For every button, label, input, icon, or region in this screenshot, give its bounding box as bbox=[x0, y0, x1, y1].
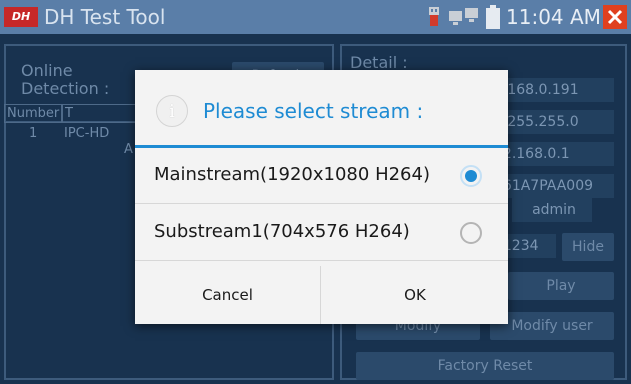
battery-icon bbox=[486, 5, 500, 33]
row-extra: A bbox=[124, 142, 133, 157]
online-label: Online bbox=[21, 61, 73, 80]
cancel-button[interactable]: Cancel bbox=[135, 266, 321, 324]
app-title: DH Test Tool bbox=[44, 5, 166, 29]
info-icon: i bbox=[156, 95, 188, 127]
detection-label: Detection : bbox=[21, 79, 110, 98]
option-mainstream[interactable]: Mainstream(1920x1080 H264) bbox=[135, 148, 508, 204]
close-icon[interactable] bbox=[603, 5, 627, 33]
option-substream-label: Substream1(704x576 H264) bbox=[154, 221, 410, 242]
row-number: 1 bbox=[29, 126, 38, 141]
row-type[interactable]: IPC-HD bbox=[64, 126, 109, 141]
username-field[interactable]: admin bbox=[512, 198, 592, 222]
hide-button[interactable]: Hide bbox=[562, 233, 614, 261]
radio-checked-icon[interactable] bbox=[460, 165, 482, 187]
clock: 11:04 AM bbox=[506, 5, 601, 29]
app-logo: DH bbox=[4, 7, 38, 27]
gateway-field[interactable]: 92.168.0.1 bbox=[490, 142, 614, 166]
select-stream-dialog: i Please select stream : Mainstream(1920… bbox=[135, 70, 508, 324]
dialog-buttons: Cancel OK bbox=[135, 266, 508, 324]
column-number: Number bbox=[4, 104, 63, 123]
title-bar: DH DH Test Tool 11:04 AM bbox=[0, 0, 631, 34]
serial-field[interactable]: 061A7PAA009 bbox=[490, 174, 614, 198]
dialog-header: i Please select stream : bbox=[135, 70, 508, 145]
mask-field[interactable]: 5.255.255.0 bbox=[490, 110, 614, 134]
radio-unchecked-icon[interactable] bbox=[460, 222, 482, 244]
ok-button[interactable]: OK bbox=[322, 266, 508, 324]
column-type: T bbox=[62, 104, 142, 123]
option-substream[interactable]: Substream1(704x576 H264) bbox=[135, 205, 508, 261]
play-button[interactable]: Play bbox=[508, 272, 614, 300]
usb-icon bbox=[428, 6, 440, 32]
ip-field[interactable]: 2.168.0.191 bbox=[490, 78, 614, 102]
dialog-title: Please select stream : bbox=[203, 99, 424, 123]
factory-reset-button[interactable]: Factory Reset bbox=[356, 352, 614, 380]
network-icon bbox=[449, 8, 479, 32]
option-mainstream-label: Mainstream(1920x1080 H264) bbox=[154, 164, 430, 185]
modify-user-button[interactable]: Modify user bbox=[490, 312, 614, 340]
